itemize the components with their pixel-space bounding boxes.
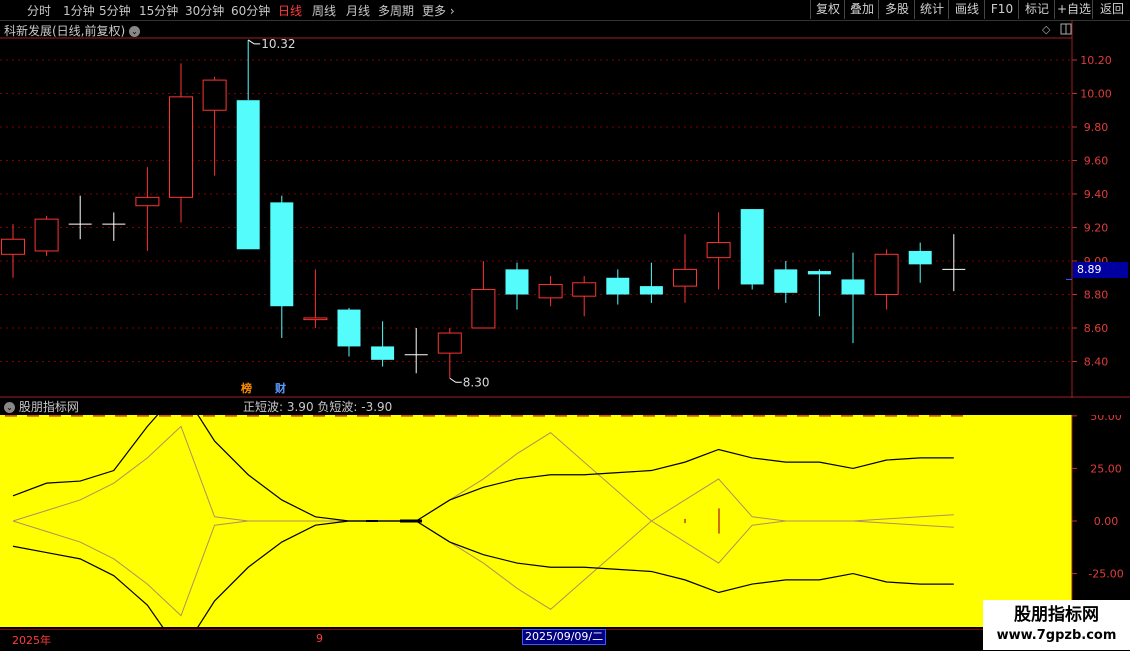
period-tab-1[interactable]: 1分钟 [63,2,95,19]
price-tick-label: 9.20 [1084,222,1109,235]
candle-body [1,238,25,255]
indicator-chart[interactable]: 100.0075.0050.0025.000.00-25.00-50.00 [0,415,1130,629]
price-tick-label: 10.20 [1080,54,1112,67]
watermark-title: 股朋指标网 [1014,605,1099,625]
indicator-tick-label: 25.00 [1090,462,1122,475]
candle-body [169,96,193,198]
zero-bar [400,519,422,523]
price-tick-label: 10.00 [1080,88,1112,101]
period-tab-9[interactable]: 多周期 [378,2,414,19]
candle-body [236,100,260,250]
year-label: 2025年 [12,634,51,647]
toolbar-button-3[interactable]: 统计 [914,0,949,19]
candle-body [874,253,899,296]
toolbar-button-1[interactable]: 叠加 [844,0,879,19]
candle-body [371,346,395,360]
price-tick-label: 8.80 [1084,289,1109,302]
candle-body [807,271,831,275]
price-tick-label: 9.80 [1084,121,1109,134]
crosshair-date-label: 2025/09/09/二 [522,629,607,645]
toolbar-button-4[interactable]: 画线 [948,0,985,19]
price-tick-label: 8.60 [1084,322,1109,335]
price-tick-label: 9.60 [1084,155,1109,168]
period-tab-7[interactable]: 周线 [312,2,336,19]
toolbar-button-5[interactable]: F10 [984,0,1019,19]
candle-body [437,332,462,354]
indicator-tick-label: 0.00 [1094,515,1119,528]
period-tab-6[interactable]: 日线 [278,2,302,19]
indicator-name: 股朋指标网 [18,400,79,414]
price-tick-label: 8.40 [1084,356,1109,369]
chevron-down-icon[interactable]: ⌄ [4,402,15,413]
toolbar-button-8[interactable]: 返回 [1092,0,1130,19]
candle-body [673,268,697,287]
candle-body [538,283,563,299]
candle-body [639,286,663,295]
indicator-values: 正短波: 3.90 负短波: -3.90 [243,400,393,414]
candle-body [606,277,630,295]
candle-body [135,196,160,207]
zero-bar [366,520,378,522]
candlestick-chart[interactable]: 10.2010.009.809.609.409.209.008.808.608.… [0,20,1130,398]
indicator-tick-label: 50.00 [1090,415,1122,423]
indicator-header: ⌄ 股朋指标网 [4,398,79,415]
candle-body [706,242,731,259]
candle-body [572,282,597,297]
candle-body [774,269,798,293]
candle-body [337,309,361,347]
price-tick-label: 9.40 [1084,188,1109,201]
candle-body [34,218,59,252]
candle-body [303,317,328,321]
toolbar-button-7[interactable]: +自选 [1054,0,1093,19]
low-price-label: 8.30 [463,375,490,389]
candle-body [471,288,496,329]
low-marker-arrow [449,377,462,383]
toolbar-button-2[interactable]: 多股 [878,0,915,19]
month-label: 9 [316,632,323,645]
indicator-tick-label: -25.00 [1088,568,1123,581]
period-tab-2[interactable]: 5分钟 [99,2,131,19]
diamond-icon: ◇ [1042,23,1051,36]
period-toolbar: 分时 1分钟 5分钟 15分钟 30分钟 60分钟 日线 周线 月线 多周期 更多 › 复权 叠加 多股统… [0,0,1130,21]
candle-body [740,209,764,285]
toolbar-button-6[interactable]: 标记 [1018,0,1055,19]
period-tab-0[interactable]: 分时 [27,2,51,19]
candle-body [202,79,227,111]
watermark-url: www.7gpzb.com [996,628,1117,643]
candle-body [505,269,529,295]
period-tab-4[interactable]: 30分钟 [185,2,224,19]
period-tab-8[interactable]: 月线 [346,2,370,19]
event-tag-1: 财 [274,381,286,395]
high-marker-arrow [247,39,261,45]
period-tab-10[interactable]: 更多 › [422,2,455,19]
period-tab-5[interactable]: 60分钟 [231,2,270,19]
candle-body [270,202,294,307]
period-tab-3[interactable]: 15分钟 [139,2,178,19]
toolbar-button-0[interactable]: 复权 [810,0,845,19]
watermark-logo: 股朋指标网 www.7gpzb.com [983,600,1130,650]
candle-body [841,279,865,295]
candle-body [908,250,932,265]
high-price-label: 10.32 [261,37,295,51]
indicator-background [0,415,1072,627]
current-price-badge: 8.89 [1073,262,1128,278]
event-tag-0: 榜 [241,381,252,395]
